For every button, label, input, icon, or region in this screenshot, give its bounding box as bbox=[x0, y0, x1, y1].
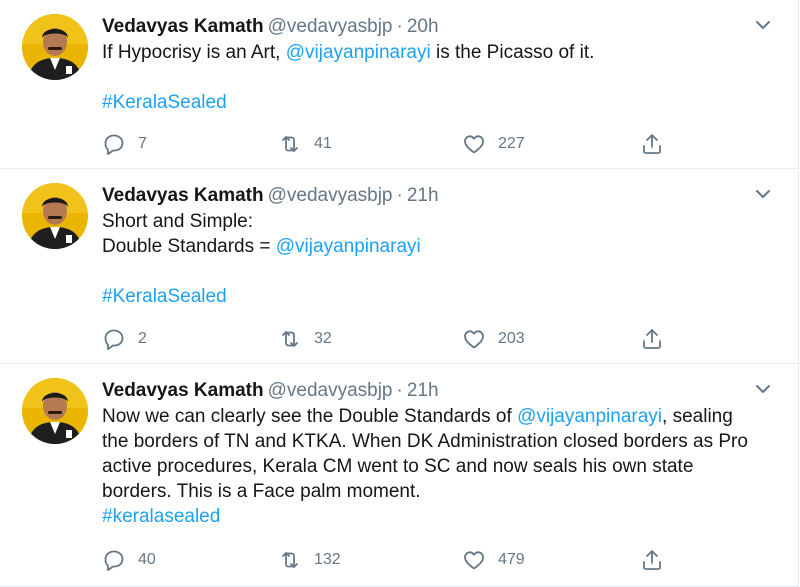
author-handle[interactable]: @vedavyasbjp bbox=[268, 185, 393, 206]
retweet-button[interactable]: 132 bbox=[278, 546, 341, 574]
avatar[interactable] bbox=[22, 378, 88, 444]
reply-button[interactable]: 2 bbox=[102, 325, 147, 353]
reply-button[interactable]: 7 bbox=[102, 130, 147, 158]
tweet-header: Vedavyas Kamath @vedavyasbjp · 21h bbox=[102, 378, 439, 404]
chevron-down-icon[interactable] bbox=[754, 380, 772, 398]
author-name[interactable]: Vedavyas Kamath bbox=[102, 16, 264, 37]
retweet-icon bbox=[282, 136, 298, 152]
heart-icon bbox=[464, 330, 484, 349]
like-count: 479 bbox=[498, 551, 525, 568]
retweet-count: 132 bbox=[314, 551, 341, 568]
reply-icon bbox=[104, 134, 124, 155]
reply-count: 2 bbox=[138, 330, 147, 347]
text-line: the borders of TN and KTKA. When DK Admi… bbox=[102, 431, 748, 452]
tweet[interactable]: Vedavyas Kamath @vedavyasbjp · 21h Now we c… bbox=[0, 364, 799, 587]
text-segment: If Hypocrisy is an Art, bbox=[102, 42, 286, 63]
tweet-actions: 7 41 227 bbox=[102, 130, 692, 158]
author-name[interactable]: Vedavyas Kamath bbox=[102, 185, 264, 206]
tweet-header: Vedavyas Kamath @vedavyasbjp · 21h bbox=[102, 183, 439, 209]
reply-icon bbox=[104, 329, 124, 350]
share-button[interactable] bbox=[640, 546, 664, 574]
author-name[interactable]: Vedavyas Kamath bbox=[102, 380, 264, 401]
timestamp[interactable]: 21h bbox=[407, 185, 439, 206]
hashtag-link[interactable]: #KeralaSealed bbox=[102, 92, 227, 113]
avatar[interactable] bbox=[22, 14, 88, 80]
reply-count: 40 bbox=[138, 551, 156, 568]
retweet-count: 41 bbox=[314, 135, 332, 152]
chevron-down-icon[interactable] bbox=[754, 185, 772, 203]
tweet-actions: 2 32 203 bbox=[102, 325, 692, 353]
separator-dot: · bbox=[396, 380, 403, 401]
like-button[interactable]: 203 bbox=[462, 325, 525, 353]
retweet-icon bbox=[282, 331, 298, 347]
text-line: Short and Simple: bbox=[102, 211, 254, 232]
author-handle[interactable]: @vedavyasbjp bbox=[268, 380, 393, 401]
tweet[interactable]: Vedavyas Kamath @vedavyasbjp · 21h Short an… bbox=[0, 169, 799, 364]
heart-icon bbox=[464, 551, 484, 570]
share-button[interactable] bbox=[640, 325, 664, 353]
tweet-text: Short and Simple: Double Standards = @vi… bbox=[102, 209, 782, 309]
mention-link[interactable]: @vijayanpinarayi bbox=[276, 236, 421, 257]
hashtag-link[interactable]: #keralasealed bbox=[102, 506, 220, 527]
separator-dot: · bbox=[396, 185, 403, 206]
text-segment: Now we can clearly see the Double Standa… bbox=[102, 406, 518, 427]
mention-link[interactable]: @vijayanpinarayi bbox=[286, 42, 431, 63]
retweet-button[interactable]: 32 bbox=[278, 325, 332, 353]
reply-button[interactable]: 40 bbox=[102, 546, 156, 574]
avatar[interactable] bbox=[22, 183, 88, 249]
share-icon bbox=[643, 550, 661, 570]
text-segment: , sealing bbox=[662, 406, 733, 427]
share-icon bbox=[643, 134, 661, 154]
text-segment: Double Standards = bbox=[102, 236, 276, 257]
like-button[interactable]: 479 bbox=[462, 546, 525, 574]
text-line: borders. This is a Face palm moment. bbox=[102, 481, 421, 502]
tweet[interactable]: Vedavyas Kamath @vedavyasbjp · 20h If Hypoc… bbox=[0, 0, 799, 169]
text-segment: is the Picasso of it. bbox=[430, 42, 595, 63]
mention-link[interactable]: @vijayanpinarayi bbox=[517, 406, 662, 427]
tweet-feed: Vedavyas Kamath @vedavyasbjp · 20h If Hypoc… bbox=[0, 0, 800, 587]
separator-dot: · bbox=[396, 16, 403, 37]
tweet-actions: 40 132 479 bbox=[102, 546, 692, 574]
reply-count: 7 bbox=[138, 135, 147, 152]
retweet-count: 32 bbox=[314, 330, 332, 347]
hashtag-link[interactable]: #KeralaSealed bbox=[102, 286, 227, 307]
retweet-icon bbox=[282, 552, 298, 568]
heart-icon bbox=[464, 135, 484, 154]
like-button[interactable]: 227 bbox=[462, 130, 525, 158]
reply-icon bbox=[104, 550, 124, 571]
share-button[interactable] bbox=[640, 130, 664, 158]
timestamp[interactable]: 20h bbox=[407, 16, 439, 37]
retweet-button[interactable]: 41 bbox=[278, 130, 332, 158]
timestamp[interactable]: 21h bbox=[407, 380, 439, 401]
tweet-text: Now we can clearly see the Double Standa… bbox=[102, 404, 782, 529]
author-handle[interactable]: @vedavyasbjp bbox=[268, 16, 393, 37]
text-line: active procedures, Kerala CM went to SC … bbox=[102, 456, 694, 477]
tweet-text: If Hypocrisy is an Art, @vijayanpinarayi… bbox=[102, 40, 782, 115]
like-count: 227 bbox=[498, 135, 525, 152]
chevron-down-icon[interactable] bbox=[754, 16, 772, 34]
share-icon bbox=[643, 329, 661, 349]
like-count: 203 bbox=[498, 330, 525, 347]
tweet-header: Vedavyas Kamath @vedavyasbjp · 20h bbox=[102, 14, 439, 40]
